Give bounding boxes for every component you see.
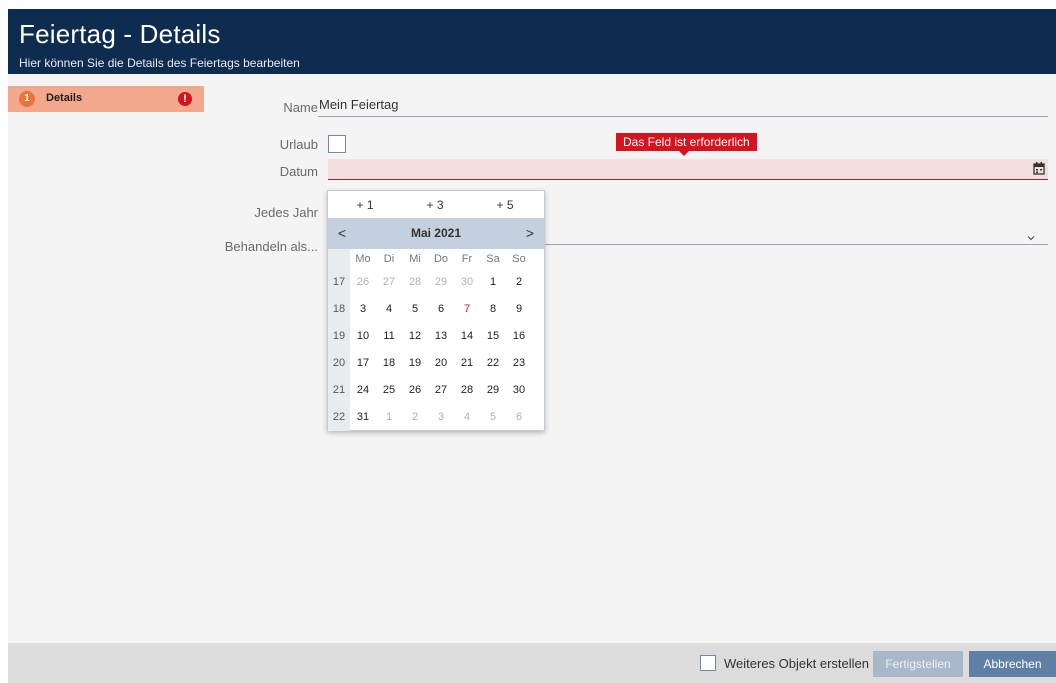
another-object-label[interactable]: Weiteres Objekt erstellen — [724, 656, 869, 671]
quick-plus-1-button[interactable]: + 1 — [345, 198, 385, 212]
step-label: Details — [46, 92, 83, 104]
calendar-day[interactable]: 17 — [350, 350, 376, 377]
calendar-day[interactable]: 16 — [506, 323, 532, 350]
calendar-day[interactable]: 3 — [350, 296, 376, 323]
date-picker-popup: + 1 + 3 + 5 < Mai 2021 > Mo Di Mi Do Fr … — [327, 190, 545, 431]
month-nav: < Mai 2021 > — [328, 218, 544, 249]
calendar-day[interactable]: 6 — [428, 296, 454, 323]
urlaub-label: Urlaub — [279, 137, 318, 152]
week-number: 21 — [332, 384, 346, 396]
calendar-day[interactable]: 8 — [480, 296, 506, 323]
calendar-day[interactable]: 23 — [506, 350, 532, 377]
error-icon: ! — [178, 92, 192, 106]
weekday-label: So — [512, 253, 526, 265]
calendar-day[interactable]: 2 — [402, 404, 428, 431]
calendar-week-row: 22 31 1 2 3 4 5 6 — [328, 404, 544, 431]
chevron-right-icon[interactable]: > — [521, 225, 539, 241]
error-tooltip: Das Feld ist erforderlich — [616, 133, 757, 156]
calendar-week-row: 19 10 11 12 13 14 15 16 — [328, 323, 544, 350]
calendar-day[interactable]: 26 — [350, 269, 376, 296]
week-number: 22 — [332, 411, 346, 423]
calendar-day[interactable]: 6 — [506, 404, 532, 431]
week-number: 18 — [332, 303, 346, 315]
name-input[interactable]: Mein Feiertag — [318, 97, 1048, 117]
calendar-day[interactable]: 29 — [480, 377, 506, 404]
calendar-day[interactable]: 5 — [480, 404, 506, 431]
calendar-day[interactable]: 9 — [506, 296, 532, 323]
calendar-week-row: 20 17 18 19 20 21 22 23 — [328, 350, 544, 377]
calendar-day[interactable]: 20 — [428, 350, 454, 377]
calendar-day[interactable]: 7 — [454, 296, 480, 323]
calendar-day[interactable]: 4 — [376, 296, 402, 323]
another-object-checkbox[interactable] — [700, 655, 716, 671]
calendar-day[interactable]: 2 — [506, 269, 532, 296]
calendar-week-row: 18 3 4 5 6 7 8 9 — [328, 296, 544, 323]
calendar-day[interactable]: 28 — [454, 377, 480, 404]
calendar-day[interactable]: 31 — [350, 404, 376, 431]
name-label: Name — [283, 100, 318, 115]
quick-select-row: + 1 + 3 + 5 — [328, 191, 544, 218]
quick-plus-3-button[interactable]: + 3 — [415, 198, 455, 212]
weekday-label: Mo — [355, 253, 371, 265]
cancel-button[interactable]: Abbrechen — [969, 651, 1056, 677]
weekday-label: Mi — [409, 253, 421, 265]
behandeln-als-label: Behandeln als... — [224, 239, 318, 254]
calendar-day[interactable]: 5 — [402, 296, 428, 323]
calendar-day[interactable]: 13 — [428, 323, 454, 350]
weekday-label: Di — [383, 253, 395, 265]
calendar-day[interactable]: 25 — [376, 377, 402, 404]
calendar-day[interactable]: 12 — [402, 323, 428, 350]
calendar-day[interactable]: 19 — [402, 350, 428, 377]
calendar-day[interactable]: 29 — [428, 269, 454, 296]
calendar-day[interactable]: 27 — [376, 269, 402, 296]
weekday-label: Sa — [486, 253, 500, 265]
chevron-down-icon[interactable] — [1026, 233, 1036, 243]
sidebar-step-details[interactable]: 1 Details ! — [8, 86, 213, 112]
calendar-day[interactable]: 24 — [350, 377, 376, 404]
calendar-day[interactable]: 18 — [376, 350, 402, 377]
month-label[interactable]: Mai 2021 — [328, 226, 544, 240]
calendar-day[interactable]: 30 — [506, 377, 532, 404]
calendar-day[interactable]: 10 — [350, 323, 376, 350]
footer: Weiteres Objekt erstellen Fertigstellen … — [8, 643, 1056, 683]
urlaub-checkbox[interactable] — [328, 135, 346, 153]
calendar-day[interactable]: 22 — [480, 350, 506, 377]
quick-plus-5-button[interactable]: + 5 — [485, 198, 525, 212]
dialog-window: Feiertag - Details Hier können Sie die D… — [8, 9, 1056, 683]
week-number: 19 — [332, 330, 346, 342]
calendar-day[interactable]: 1 — [376, 404, 402, 431]
sidebar: 1 Details ! — [8, 74, 213, 643]
calendar-day[interactable]: 14 — [454, 323, 480, 350]
calendar-day[interactable]: 1 — [480, 269, 506, 296]
week-number: 17 — [332, 276, 346, 288]
calendar-week-row: 21 24 25 26 27 28 29 30 — [328, 377, 544, 404]
finish-button[interactable]: Fertigstellen — [873, 651, 963, 677]
jedes-jahr-label: Jedes Jahr — [254, 205, 318, 220]
page-subtitle: Hier können Sie die Details des Feiertag… — [19, 56, 300, 70]
calendar-week-row: 17 26 27 28 29 30 1 2 — [328, 269, 544, 296]
datum-label: Datum — [279, 164, 318, 179]
calendar-day[interactable]: 26 — [402, 377, 428, 404]
calendar-day[interactable]: 30 — [454, 269, 480, 296]
calendar-day[interactable]: 15 — [480, 323, 506, 350]
weekday-header: Mo Di Mi Do Fr Sa So — [328, 249, 544, 269]
calendar-day[interactable]: 27 — [428, 377, 454, 404]
calendar-day[interactable]: 4 — [454, 404, 480, 431]
calendar-day[interactable]: 3 — [428, 404, 454, 431]
weekday-label: Fr — [461, 253, 473, 265]
weekday-label: Do — [433, 253, 449, 265]
header: Feiertag - Details Hier können Sie die D… — [8, 9, 1056, 74]
calendar-day[interactable]: 21 — [454, 350, 480, 377]
calendar-day[interactable]: 28 — [402, 269, 428, 296]
step-number-badge: 1 — [19, 91, 35, 107]
datum-input[interactable] — [328, 159, 1048, 180]
calendar-icon[interactable] — [1033, 162, 1045, 175]
page-title: Feiertag - Details — [19, 19, 221, 49]
week-number: 20 — [332, 357, 346, 369]
calendar-day[interactable]: 11 — [376, 323, 402, 350]
